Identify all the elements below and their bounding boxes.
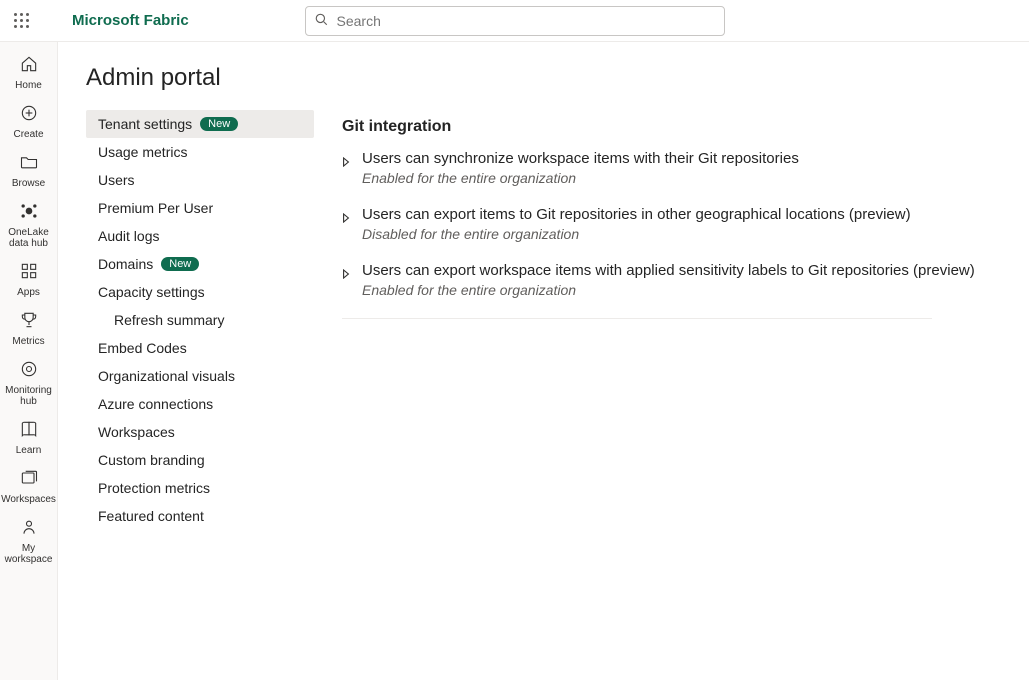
admin-nav-item[interactable]: Tenant settings New <box>86 110 314 138</box>
search-container <box>305 6 725 36</box>
admin-nav-item[interactable]: Capacity settings <box>86 278 314 306</box>
admin-nav-label: Domains <box>98 256 153 272</box>
trophy-icon <box>19 310 39 333</box>
left-rail: Home Create Browse OneLake data hub Apps Metr… <box>0 42 58 680</box>
section-divider <box>342 318 932 319</box>
admin-nav-label: Users <box>98 172 135 188</box>
setting-text: Users can synchronize workspace items wi… <box>362 150 799 186</box>
apps-icon <box>19 261 39 284</box>
admin-nav-label: Custom branding <box>98 452 205 468</box>
rail-item-onelake[interactable]: OneLake data hub <box>3 195 55 253</box>
admin-nav-item[interactable]: Domains New <box>86 250 314 278</box>
folder-icon <box>19 152 39 175</box>
rail-item-label: Apps <box>17 287 40 298</box>
chevron-right-icon[interactable] <box>342 210 350 226</box>
home-icon <box>19 54 39 77</box>
setting-title[interactable]: Users can export items to Git repositori… <box>362 206 911 223</box>
new-badge: New <box>161 257 199 271</box>
admin-nav-label: Usage metrics <box>98 144 187 160</box>
product-name: Microsoft Fabric <box>72 12 189 29</box>
rail-item-label: OneLake data hub <box>8 227 49 249</box>
rail-item-label: Learn <box>16 445 42 456</box>
admin-nav-label: Featured content <box>98 508 204 524</box>
admin-nav-item[interactable]: Featured content <box>86 502 314 530</box>
admin-nav-item[interactable]: Premium Per User <box>86 194 314 222</box>
setting-text: Users can export workspace items with ap… <box>362 262 975 298</box>
setting-status: Enabled for the entire organization <box>362 282 975 298</box>
rail-item-apps[interactable]: Apps <box>3 255 55 302</box>
chevron-right-icon[interactable] <box>342 266 350 282</box>
setting-text: Users can export items to Git repositori… <box>362 206 911 242</box>
admin-nav-label: Tenant settings <box>98 116 192 132</box>
rail-item-label: Monitoring hub <box>5 385 52 407</box>
rail-item-workspaces[interactable]: Workspaces <box>3 462 55 509</box>
admin-nav-label: Refresh summary <box>114 312 224 328</box>
search-icon <box>314 12 329 30</box>
content-area: Admin portal Tenant settings New Usage met… <box>58 42 1029 680</box>
admin-nav-item[interactable]: Refresh summary <box>86 306 314 334</box>
stack-icon <box>19 468 39 491</box>
admin-nav-label: Embed Codes <box>98 340 187 356</box>
admin-nav-item[interactable]: Azure connections <box>86 390 314 418</box>
hub-icon <box>19 201 39 224</box>
admin-nav-label: Audit logs <box>98 228 159 244</box>
rail-item-browse[interactable]: Browse <box>3 146 55 193</box>
admin-nav-item[interactable]: Protection metrics <box>86 474 314 502</box>
rail-item-label: Browse <box>12 178 45 189</box>
admin-nav-item[interactable]: Custom branding <box>86 446 314 474</box>
rail-item-label: Workspaces <box>1 494 56 505</box>
rail-item-learn[interactable]: Learn <box>3 413 55 460</box>
rail-item-monitoring[interactable]: Monitoring hub <box>3 353 55 411</box>
two-column: Tenant settings New Usage metrics Users Prem… <box>86 110 1001 530</box>
new-badge: New <box>200 117 238 131</box>
admin-nav-item[interactable]: Users <box>86 166 314 194</box>
setting-title[interactable]: Users can export workspace items with ap… <box>362 262 975 279</box>
admin-nav-item[interactable]: Embed Codes <box>86 334 314 362</box>
admin-nav-label: Workspaces <box>98 424 175 440</box>
rail-item-label: Create <box>13 129 43 140</box>
admin-nav-item[interactable]: Workspaces <box>86 418 314 446</box>
page-title: Admin portal <box>86 64 1001 92</box>
admin-nav-label: Organizational visuals <box>98 368 235 384</box>
chevron-right-icon[interactable] <box>342 154 350 170</box>
rail-item-home[interactable]: Home <box>3 48 55 95</box>
rail-item-label: Home <box>15 80 42 91</box>
setting-row: Users can synchronize workspace items wi… <box>342 150 1001 186</box>
setting-title[interactable]: Users can synchronize workspace items wi… <box>362 150 799 167</box>
admin-nav-label: Capacity settings <box>98 284 205 300</box>
search-input[interactable] <box>335 12 716 30</box>
admin-nav-item[interactable]: Audit logs <box>86 222 314 250</box>
setting-status: Disabled for the entire organization <box>362 226 911 242</box>
admin-nav-label: Premium Per User <box>98 200 213 216</box>
rail-item-metrics[interactable]: Metrics <box>3 304 55 351</box>
section-title: Git integration <box>342 118 1001 136</box>
app-launcher-icon[interactable] <box>14 13 30 29</box>
admin-nav-label: Azure connections <box>98 396 213 412</box>
setting-row: Users can export workspace items with ap… <box>342 262 1001 298</box>
rail-item-label: Metrics <box>12 336 44 347</box>
search-box[interactable] <box>305 6 725 36</box>
admin-nav-item[interactable]: Usage metrics <box>86 138 314 166</box>
setting-row: Users can export items to Git repositori… <box>342 206 1001 242</box>
person-icon <box>19 517 39 540</box>
admin-nav-item[interactable]: Organizational visuals <box>86 362 314 390</box>
rail-item-myworkspace[interactable]: My workspace <box>3 511 55 569</box>
top-bar: Microsoft Fabric <box>0 0 1029 42</box>
rail-item-create[interactable]: Create <box>3 97 55 144</box>
admin-nav: Tenant settings New Usage metrics Users Prem… <box>86 110 314 530</box>
main-row: Home Create Browse OneLake data hub Apps Metr… <box>0 42 1029 680</box>
monitor-icon <box>19 359 39 382</box>
settings-detail: Git integration Users can synchronize wo… <box>342 110 1001 530</box>
setting-status: Enabled for the entire organization <box>362 170 799 186</box>
rail-item-label: My workspace <box>5 543 53 565</box>
plus-circle-icon <box>19 103 39 126</box>
admin-nav-label: Protection metrics <box>98 480 210 496</box>
book-icon <box>19 419 39 442</box>
